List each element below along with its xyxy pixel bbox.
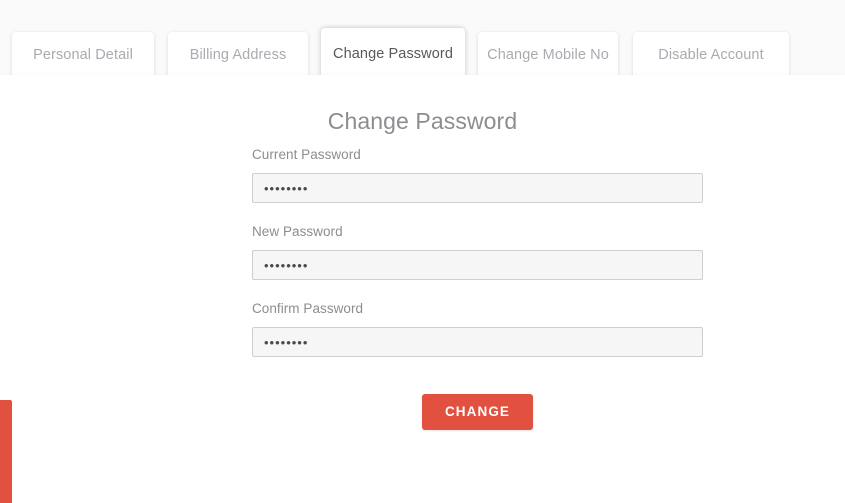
tab-label: Billing Address — [189, 46, 287, 63]
tab-label: Disable Account — [658, 46, 764, 63]
form-group-new-password: New Password — [252, 224, 703, 280]
confirm-password-input[interactable] — [252, 327, 703, 357]
left-accent-rail — [0, 400, 12, 503]
tab-personal-detail[interactable]: Personal Detail — [12, 32, 154, 77]
tab-change-password[interactable]: Change Password — [321, 28, 465, 80]
change-password-form: Current Password New Password Confirm Pass… — [252, 147, 703, 430]
page-title: Change Password — [327, 108, 518, 134]
current-password-label: Current Password — [252, 147, 361, 162]
form-group-confirm-password: Confirm Password — [252, 301, 703, 357]
confirm-password-label: Confirm Password — [252, 301, 364, 316]
account-settings-tab-bar: Personal Detail Billing Address Change Pas… — [0, 0, 845, 80]
current-password-input[interactable] — [252, 173, 703, 203]
new-password-label: New Password — [252, 224, 343, 239]
change-password-submit-button[interactable]: CHANGE — [421, 394, 534, 430]
tab-billing-address[interactable]: Billing Address — [168, 32, 308, 77]
change-password-panel: Change Password Current Password New Pass… — [0, 75, 845, 503]
tab-change-mobile-no[interactable]: Change Mobile No — [478, 32, 618, 77]
tab-label: Personal Detail — [33, 46, 133, 63]
tab-label: Change Mobile No — [487, 46, 609, 63]
tab-label: Change Password — [333, 46, 453, 62]
new-password-input[interactable] — [252, 250, 703, 280]
page-root: Personal Detail Billing Address Change Pas… — [0, 0, 845, 503]
form-group-current-password: Current Password — [252, 147, 703, 203]
form-submit-row: CHANGE — [252, 394, 703, 430]
tab-disable-account[interactable]: Disable Account — [633, 32, 789, 77]
